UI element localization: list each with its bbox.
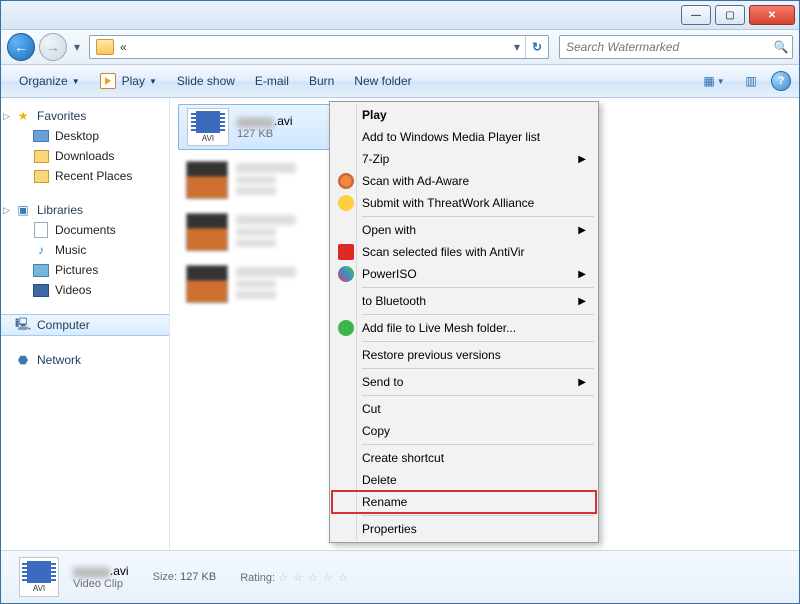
ctx-poweriso[interactable]: PowerISO▶ bbox=[332, 263, 596, 285]
pictures-icon bbox=[33, 264, 49, 277]
downloads-icon bbox=[34, 150, 49, 163]
play-menu[interactable]: Play▼ bbox=[90, 65, 167, 97]
email-button[interactable]: E-mail bbox=[245, 65, 299, 97]
ctx-play[interactable]: Play bbox=[332, 104, 596, 126]
newfolder-button[interactable]: New folder bbox=[344, 65, 421, 97]
details-size: 127 KB bbox=[180, 571, 216, 583]
ctx-delete[interactable]: Delete bbox=[332, 469, 596, 491]
sidebar-item-videos[interactable]: Videos bbox=[1, 280, 169, 300]
context-menu: Play Add to Windows Media Player list 7-… bbox=[329, 101, 599, 543]
ctx-cut[interactable]: Cut bbox=[332, 398, 596, 420]
ctx-antivir[interactable]: Scan selected files with AntiVir bbox=[332, 241, 596, 263]
view-options-button[interactable]: ▦ ▼ bbox=[697, 69, 731, 93]
organize-menu[interactable]: Organize▼ bbox=[9, 65, 90, 97]
details-type: Video Clip bbox=[73, 578, 129, 590]
sidebar-item-documents[interactable]: Documents bbox=[1, 220, 169, 240]
navbar: ← → ▾ « ▾ ↻ 🔍 bbox=[1, 30, 799, 65]
adaware-icon bbox=[338, 173, 354, 189]
slideshow-button[interactable]: Slide show bbox=[167, 65, 245, 97]
sidebar-item-desktop[interactable]: Desktop bbox=[1, 126, 169, 146]
documents-icon bbox=[34, 222, 48, 238]
antivir-icon bbox=[338, 244, 354, 260]
image-thumbnail bbox=[186, 265, 228, 303]
libraries-icon: ▣ bbox=[15, 202, 31, 218]
videos-icon bbox=[33, 284, 49, 297]
breadcrumb[interactable]: « bbox=[120, 40, 127, 54]
avi-thumbnail: AVI bbox=[187, 108, 229, 146]
image-thumbnail bbox=[186, 213, 228, 251]
ctx-bluetooth[interactable]: to Bluetooth▶ bbox=[332, 290, 596, 312]
ctx-adaware[interactable]: Scan with Ad-Aware bbox=[332, 170, 596, 192]
nav-forward-button[interactable]: → bbox=[39, 33, 67, 61]
refresh-button[interactable]: ↻ bbox=[525, 36, 548, 58]
search-icon[interactable]: 🔍 bbox=[770, 40, 792, 54]
livemesh-icon bbox=[338, 320, 354, 336]
address-drop-icon[interactable]: ▾ bbox=[509, 40, 525, 54]
recent-icon bbox=[34, 170, 49, 183]
sidebar-item-recent[interactable]: Recent Places bbox=[1, 166, 169, 186]
submenu-arrow-icon: ▶ bbox=[578, 269, 586, 280]
sidebar-network[interactable]: ⬣Network bbox=[1, 350, 169, 370]
explorer-window: — ▢ ✕ ← → ▾ « ▾ ↻ 🔍 Organize▼ Play▼ Slid… bbox=[0, 0, 800, 604]
ctx-copy[interactable]: Copy bbox=[332, 420, 596, 442]
maximize-button[interactable]: ▢ bbox=[715, 5, 745, 25]
search-input[interactable] bbox=[560, 39, 770, 55]
file-name: .avi bbox=[274, 114, 293, 128]
details-filename: .avi bbox=[110, 564, 129, 578]
nav-pane: ▷★Favorites Desktop Downloads Recent Pla… bbox=[1, 98, 170, 550]
sidebar-item-downloads[interactable]: Downloads bbox=[1, 146, 169, 166]
rating-stars[interactable]: ☆ ☆ ☆ ☆ ☆ bbox=[278, 572, 349, 584]
folder-icon bbox=[96, 39, 114, 55]
burn-button[interactable]: Burn bbox=[299, 65, 344, 97]
submenu-arrow-icon: ▶ bbox=[578, 296, 586, 307]
toolbar: Organize▼ Play▼ Slide show E-mail Burn N… bbox=[1, 65, 799, 98]
submenu-arrow-icon: ▶ bbox=[578, 154, 586, 165]
help-button[interactable]: ? bbox=[771, 71, 791, 91]
image-thumbnail bbox=[186, 161, 228, 199]
desktop-icon bbox=[33, 130, 49, 142]
details-pane: AVI ▆▆▆▆.avi Video Clip Size: 127 KB Rat… bbox=[1, 550, 799, 603]
details-thumbnail: AVI bbox=[19, 557, 59, 597]
search-box[interactable]: 🔍 bbox=[559, 35, 793, 59]
ctx-threatwork[interactable]: Submit with ThreatWork Alliance bbox=[332, 192, 596, 214]
poweriso-icon bbox=[338, 266, 354, 282]
threatwork-icon bbox=[338, 195, 354, 211]
ctx-livemesh[interactable]: Add file to Live Mesh folder... bbox=[332, 317, 596, 339]
ctx-properties[interactable]: Properties bbox=[332, 518, 596, 540]
ctx-openwith[interactable]: Open with▶ bbox=[332, 219, 596, 241]
address-bar[interactable]: « ▾ ↻ bbox=[89, 35, 549, 59]
network-icon: ⬣ bbox=[15, 352, 31, 368]
sidebar-libraries[interactable]: ▷▣Libraries bbox=[1, 200, 169, 220]
ctx-rename[interactable]: Rename bbox=[332, 491, 596, 513]
ctx-restore[interactable]: Restore previous versions bbox=[332, 344, 596, 366]
ctx-7zip[interactable]: 7-Zip▶ bbox=[332, 148, 596, 170]
minimize-button[interactable]: — bbox=[681, 5, 711, 25]
close-button[interactable]: ✕ bbox=[749, 5, 795, 25]
ctx-sendto[interactable]: Send to▶ bbox=[332, 371, 596, 393]
file-size: 127 KB bbox=[237, 128, 293, 140]
nav-history-drop[interactable]: ▾ bbox=[71, 34, 83, 60]
star-icon: ★ bbox=[15, 108, 31, 124]
nav-back-button[interactable]: ← bbox=[7, 33, 35, 61]
sidebar-favorites[interactable]: ▷★Favorites bbox=[1, 106, 169, 126]
submenu-arrow-icon: ▶ bbox=[578, 225, 586, 236]
ctx-add-wmp[interactable]: Add to Windows Media Player list bbox=[332, 126, 596, 148]
sidebar-computer[interactable]: 🖳Computer bbox=[1, 314, 169, 336]
computer-icon: 🖳 bbox=[15, 317, 31, 333]
titlebar: — ▢ ✕ bbox=[1, 1, 799, 30]
submenu-arrow-icon: ▶ bbox=[578, 377, 586, 388]
play-icon bbox=[100, 73, 116, 89]
preview-pane-button[interactable]: ▥ bbox=[739, 69, 763, 93]
music-icon: ♪ bbox=[33, 242, 49, 258]
sidebar-item-pictures[interactable]: Pictures bbox=[1, 260, 169, 280]
ctx-shortcut[interactable]: Create shortcut bbox=[332, 447, 596, 469]
sidebar-item-music[interactable]: ♪Music bbox=[1, 240, 169, 260]
